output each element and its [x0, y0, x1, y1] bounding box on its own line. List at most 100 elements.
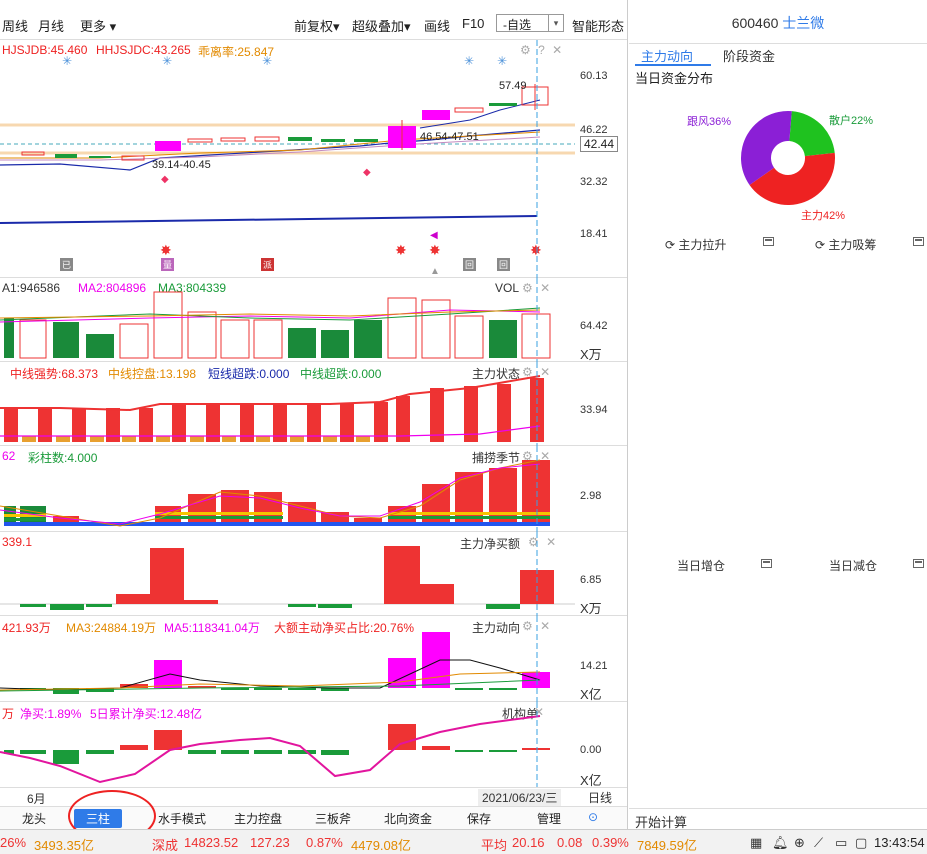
chart-toolbar: 周线 月线 更多 ▾ 前复权▾ 超级叠加▾ 画线 F10 -自选 ▾ 智能形态: [0, 0, 627, 40]
refresh-icon[interactable]: ⟳: [815, 238, 825, 252]
toolbar-monthly[interactable]: 月线: [38, 16, 64, 35]
distribution-title: 当日资金分布: [635, 71, 714, 86]
signal-badge[interactable]: 量: [161, 258, 175, 271]
pie-label-main: 主力42%: [801, 210, 846, 222]
signal-badge[interactable]: 派: [261, 258, 275, 271]
zhuli-state-chart: [0, 362, 544, 446]
net-buy-panel[interactable]: 339.1 主力净买额 ⚙ ✕ 6.85 X万: [0, 532, 627, 616]
globe-icon[interactable]: ⊕: [794, 835, 805, 851]
stock-code: 600460: [731, 15, 779, 31]
tab-stage-capital[interactable]: 阶段资金: [723, 46, 775, 65]
capture-season-panel[interactable]: 62 彩柱数:4.000 捕捞季节 ⚙ ✕ 2.98: [0, 446, 627, 532]
watchlist-select[interactable]: -自选 ▾: [496, 14, 564, 32]
chart-icon[interactable]: ⟋: [814, 835, 823, 851]
app-window: 周线 月线 更多 ▾ 前复权▾ 超级叠加▾ 画线 F10 -自选 ▾ 智能形态 H…: [0, 0, 927, 854]
toolbar-weekly[interactable]: 周线: [2, 16, 28, 35]
current-price-box: 42.44: [580, 136, 619, 152]
svg-text:✸: ✸: [160, 242, 172, 258]
kline-panel[interactable]: HJSJDB:45.460 HHJSJDC:43.265 乖离率:25.847 …: [0, 40, 627, 278]
calendar-icon[interactable]: ▦: [750, 835, 762, 851]
month-label: 6月: [27, 792, 46, 806]
signal-badge[interactable]: 回: [463, 258, 477, 271]
tab-manage[interactable]: 管理: [537, 810, 561, 827]
chart-area[interactable]: 周线 月线 更多 ▾ 前复权▾ 超级叠加▾ 画线 F10 -自选 ▾ 智能形态 H…: [0, 0, 628, 829]
vol-unit: X万: [580, 347, 602, 362]
zhuli-state-panel[interactable]: 中线强势:68.373 中线控盘:13.198 短线超跌:0.000 中线超跌:…: [0, 362, 627, 446]
clock-time: 13:43:54: [874, 835, 925, 850]
tab-longtou[interactable]: 龙头: [22, 810, 46, 827]
netbuy-unit: X万: [580, 601, 602, 616]
avg-amount: 7849.59亿: [637, 838, 697, 853]
avg-value: 20.16: [512, 835, 545, 850]
toolbar-more[interactable]: 更多 ▾: [80, 16, 116, 35]
vol-panel[interactable]: A1:946586 MA2:804896 MA3:804339 VOL ⚙ ✕: [0, 278, 627, 362]
section-main-pull-up: ⟳ 主力拉升: [665, 238, 727, 252]
svg-text:✸: ✸: [429, 242, 441, 258]
sz-name[interactable]: 深成: [152, 835, 178, 854]
kline-y-tick-3: 32.32: [580, 176, 608, 188]
period-label[interactable]: 日线: [588, 789, 612, 806]
chevron-down-icon[interactable]: ▾: [548, 14, 564, 32]
avg-name[interactable]: 平均: [481, 835, 507, 854]
section-daily-increase: 当日增仓: [677, 559, 726, 573]
svg-text:◆: ◆: [363, 167, 371, 178]
scroll-up-icon[interactable]: ⊙: [588, 810, 598, 824]
svg-text:◆: ◆: [161, 174, 169, 185]
sh-pct: 26%: [0, 835, 27, 850]
svg-text:✸: ✸: [530, 242, 542, 258]
price-low-annotation: 39.14-40.45: [152, 159, 211, 171]
net-buy-chart: [0, 532, 575, 616]
kline-y-tick-2: 46.22: [580, 124, 608, 136]
tab-sanbanfu[interactable]: 三板斧: [315, 810, 351, 827]
capital-panel: 600460 士兰微 主力动向 阶段资金 当日资金分布 跟风36% 散户22% …: [629, 0, 927, 830]
tab-sailor-mode[interactable]: 水手模式: [158, 810, 206, 827]
toolbar-super-overlay[interactable]: 超级叠加▾: [352, 16, 411, 35]
bell-icon[interactable]: 🔔︎: [772, 835, 789, 851]
vol-chart: [0, 278, 551, 362]
message-icon[interactable]: ▭: [835, 835, 847, 851]
svg-text:✳: ✳: [464, 54, 474, 68]
monitor-icon[interactable]: ▢: [855, 835, 867, 851]
window-icon[interactable]: [763, 237, 774, 246]
toolbar-draw-line[interactable]: 画线: [424, 16, 450, 35]
zhuli-direction-panel[interactable]: 421.93万 MA3:24884.19万 MA5:118341.04万 大额主…: [0, 616, 627, 702]
vol-y-tick: 64.42: [580, 320, 608, 332]
sz-value: 14823.52: [184, 835, 239, 850]
tab-zhuli-kongpan[interactable]: 主力控盘: [234, 810, 282, 827]
toolbar-f10[interactable]: F10: [462, 16, 484, 31]
capture-chart: [0, 446, 550, 532]
svg-text:✳: ✳: [62, 54, 72, 68]
toolbar-forward-adjust[interactable]: 前复权▾: [294, 16, 340, 35]
institution-panel[interactable]: 万 净买:1.89% 5日累计净买:12.48亿 机构单 ✕ 0.00 X亿: [0, 702, 627, 788]
stock-title: 600460 士兰微: [629, 0, 927, 44]
kline-y-tick-4: 18.41: [580, 228, 608, 240]
sh-amount: 3493.35亿: [34, 838, 94, 853]
refresh-icon[interactable]: ⟳: [665, 238, 675, 252]
svg-text:▲: ▲: [430, 266, 440, 277]
kline-y-tick-1: 60.13: [580, 70, 608, 82]
sz-pct: 0.87%: [306, 835, 343, 850]
window-icon[interactable]: [913, 237, 924, 246]
svg-text:✳: ✳: [497, 54, 507, 68]
tab-main-direction[interactable]: 主力动向: [641, 46, 693, 65]
signal-badge[interactable]: 回: [497, 258, 511, 271]
capture-y-tick: 2.98: [580, 490, 602, 502]
toolbar-smart-pattern[interactable]: 智能形态: [572, 16, 624, 35]
institution-chart: [0, 702, 550, 787]
capital-tabs: 主力动向 阶段资金: [629, 44, 927, 66]
section-daily-decrease: 当日减仓: [829, 559, 878, 573]
tab-northbound[interactable]: 北向资金: [384, 810, 432, 827]
pie-label-follow: 跟风36%: [687, 116, 732, 128]
sz-change: 127.23: [250, 835, 290, 850]
window-icon[interactable]: [761, 559, 772, 568]
tab-save[interactable]: 保存: [467, 810, 491, 827]
svg-text:✳: ✳: [162, 54, 172, 68]
avg-change: 0.08: [557, 835, 583, 850]
inst-y-tick: 0.00: [580, 744, 602, 756]
signal-badge[interactable]: 已: [60, 258, 74, 271]
svg-text:✸: ✸: [395, 242, 407, 258]
stock-name[interactable]: 士兰微: [782, 15, 824, 31]
window-icon[interactable]: [913, 559, 924, 568]
start-calc-button[interactable]: 开始计算: [629, 808, 927, 830]
section-main-absorb: ⟳ 主力吸筹: [815, 238, 877, 252]
